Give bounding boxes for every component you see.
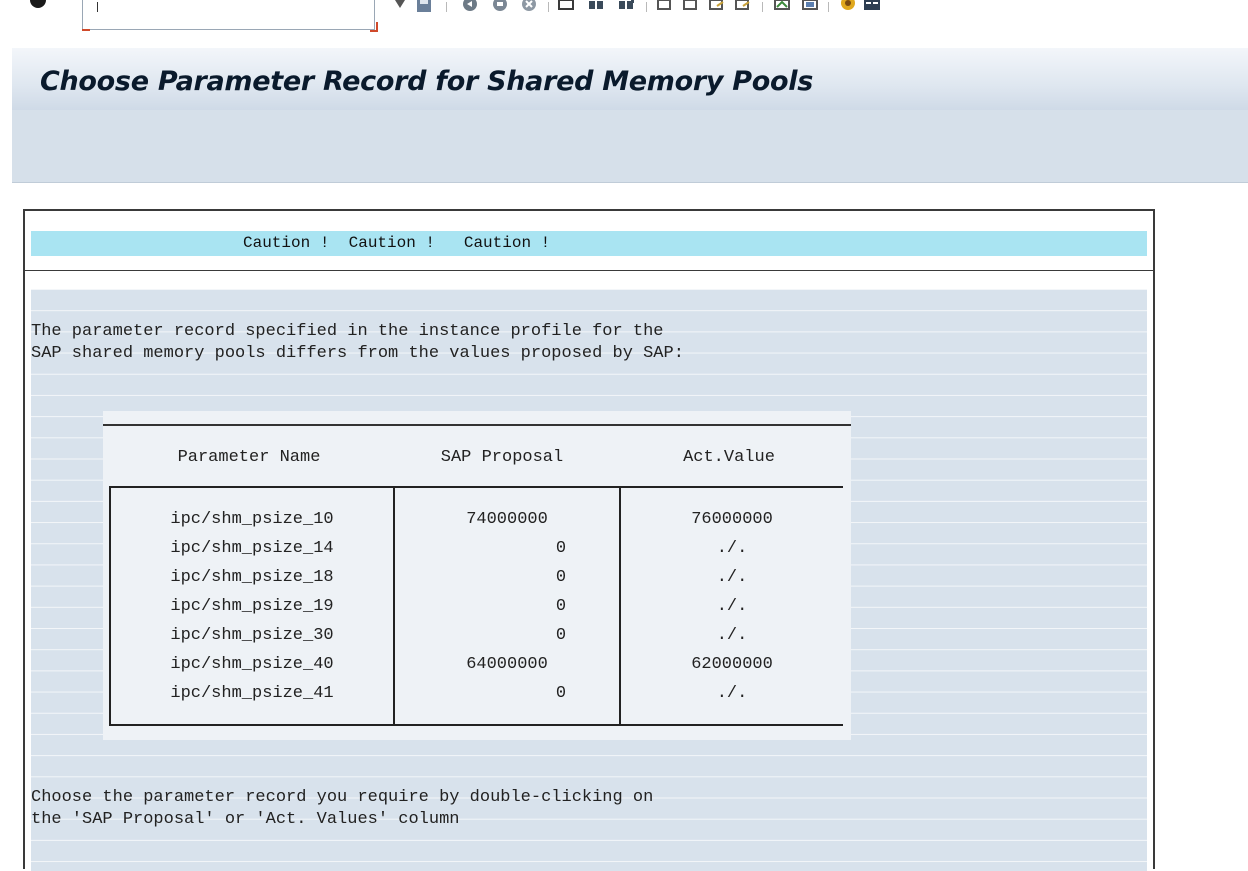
last-page-icon[interactable]: [734, 0, 750, 14]
intro-line-2: SAP shared memory pools differs from the…: [31, 344, 684, 363]
act-value-cell[interactable]: ./.: [621, 592, 843, 621]
act-value-cell[interactable]: 76000000: [621, 505, 843, 534]
sap-proposal-cell[interactable]: 0: [395, 534, 619, 563]
new-session-icon[interactable]: [774, 0, 790, 14]
param-name-cell: ipc/shm_psize_40: [170, 655, 334, 674]
find-next-icon[interactable]: [618, 0, 634, 14]
caution-banner-text: Caution ! Caution ! Caution !: [243, 234, 551, 252]
intro-line-1: The parameter record specified in the in…: [31, 322, 664, 341]
list-output-frame: Caution ! Caution ! Caution ! The parame…: [23, 209, 1155, 871]
param-name-cell: ipc/shm_psize_10: [170, 510, 334, 529]
save-icon[interactable]: [416, 0, 432, 14]
act-value-cell[interactable]: ./.: [621, 679, 843, 708]
shortcut-icon[interactable]: [802, 0, 818, 14]
column-header-parameter-name: Parameter Name: [177, 448, 321, 467]
header-divider: [25, 270, 1153, 271]
param-name-cell: ipc/shm_psize_19: [170, 597, 334, 616]
toolbar-separator: [828, 2, 829, 12]
parameter-table: Parameter Name SAP Proposal Act.Value ip…: [103, 411, 851, 740]
command-field[interactable]: [82, 0, 375, 31]
footer-line-2: the 'SAP Proposal' or 'Act. Values' colu…: [31, 810, 460, 829]
text-cursor: [97, 2, 98, 12]
page-title: Choose Parameter Record for Shared Memor…: [40, 66, 814, 97]
sap-proposal-cell[interactable]: 0: [395, 592, 619, 621]
layout-icon[interactable]: [864, 0, 880, 14]
sap-proposal-cell[interactable]: 74000000: [395, 505, 619, 534]
act-value-cell[interactable]: 62000000: [621, 650, 843, 679]
sap-proposal-cell[interactable]: 64000000: [395, 650, 619, 679]
column-header-sap-proposal[interactable]: SAP Proposal: [389, 447, 615, 468]
toolbar-separator: [446, 2, 447, 12]
act-value-cell[interactable]: ./.: [621, 563, 843, 592]
system-toolbar: [0, 0, 1248, 34]
act-value-cell[interactable]: ./.: [621, 621, 843, 650]
previous-page-icon[interactable]: [682, 0, 698, 14]
column-header-act-value[interactable]: Act.Value: [615, 447, 843, 468]
param-name-cell: ipc/shm_psize_41: [170, 684, 334, 703]
enter-dropdown-icon[interactable]: [392, 0, 408, 14]
sap-proposal-cell[interactable]: 0: [395, 679, 619, 708]
param-name-cell: ipc/shm_psize_18: [170, 568, 334, 587]
help-icon[interactable]: [840, 0, 856, 14]
parameter-grid: ipc/shm_psize_10 74000000 76000000 ipc/s…: [109, 486, 843, 726]
back-icon[interactable]: [462, 0, 478, 14]
toolbar-separator: [646, 2, 647, 12]
print-icon[interactable]: [558, 0, 574, 14]
footer-line-1: Choose the parameter record you require …: [31, 788, 654, 807]
exit-icon[interactable]: [492, 0, 508, 14]
list-body: The parameter record specified in the in…: [31, 289, 1147, 871]
act-value-cell[interactable]: ./.: [621, 534, 843, 563]
param-name-cell: ipc/shm_psize_14: [170, 539, 334, 558]
param-name-cell: ipc/shm_psize_30: [170, 626, 334, 645]
toolbar-separator: [548, 2, 549, 12]
table-top-rule: [103, 424, 851, 426]
toolbar-separator: [762, 2, 763, 12]
first-page-icon[interactable]: [656, 0, 672, 14]
command-field-corner: [370, 22, 378, 32]
enter-icon[interactable]: [30, 0, 46, 8]
sap-proposal-cell[interactable]: 0: [395, 621, 619, 650]
application-toolbar: [12, 110, 1248, 183]
title-bar: Choose Parameter Record for Shared Memor…: [12, 48, 1248, 110]
cancel-icon[interactable]: [521, 0, 537, 14]
sap-proposal-cell[interactable]: 0: [395, 563, 619, 592]
find-icon[interactable]: [588, 0, 604, 14]
caution-banner: Caution ! Caution ! Caution !: [31, 231, 1147, 256]
next-page-icon[interactable]: [708, 0, 724, 14]
